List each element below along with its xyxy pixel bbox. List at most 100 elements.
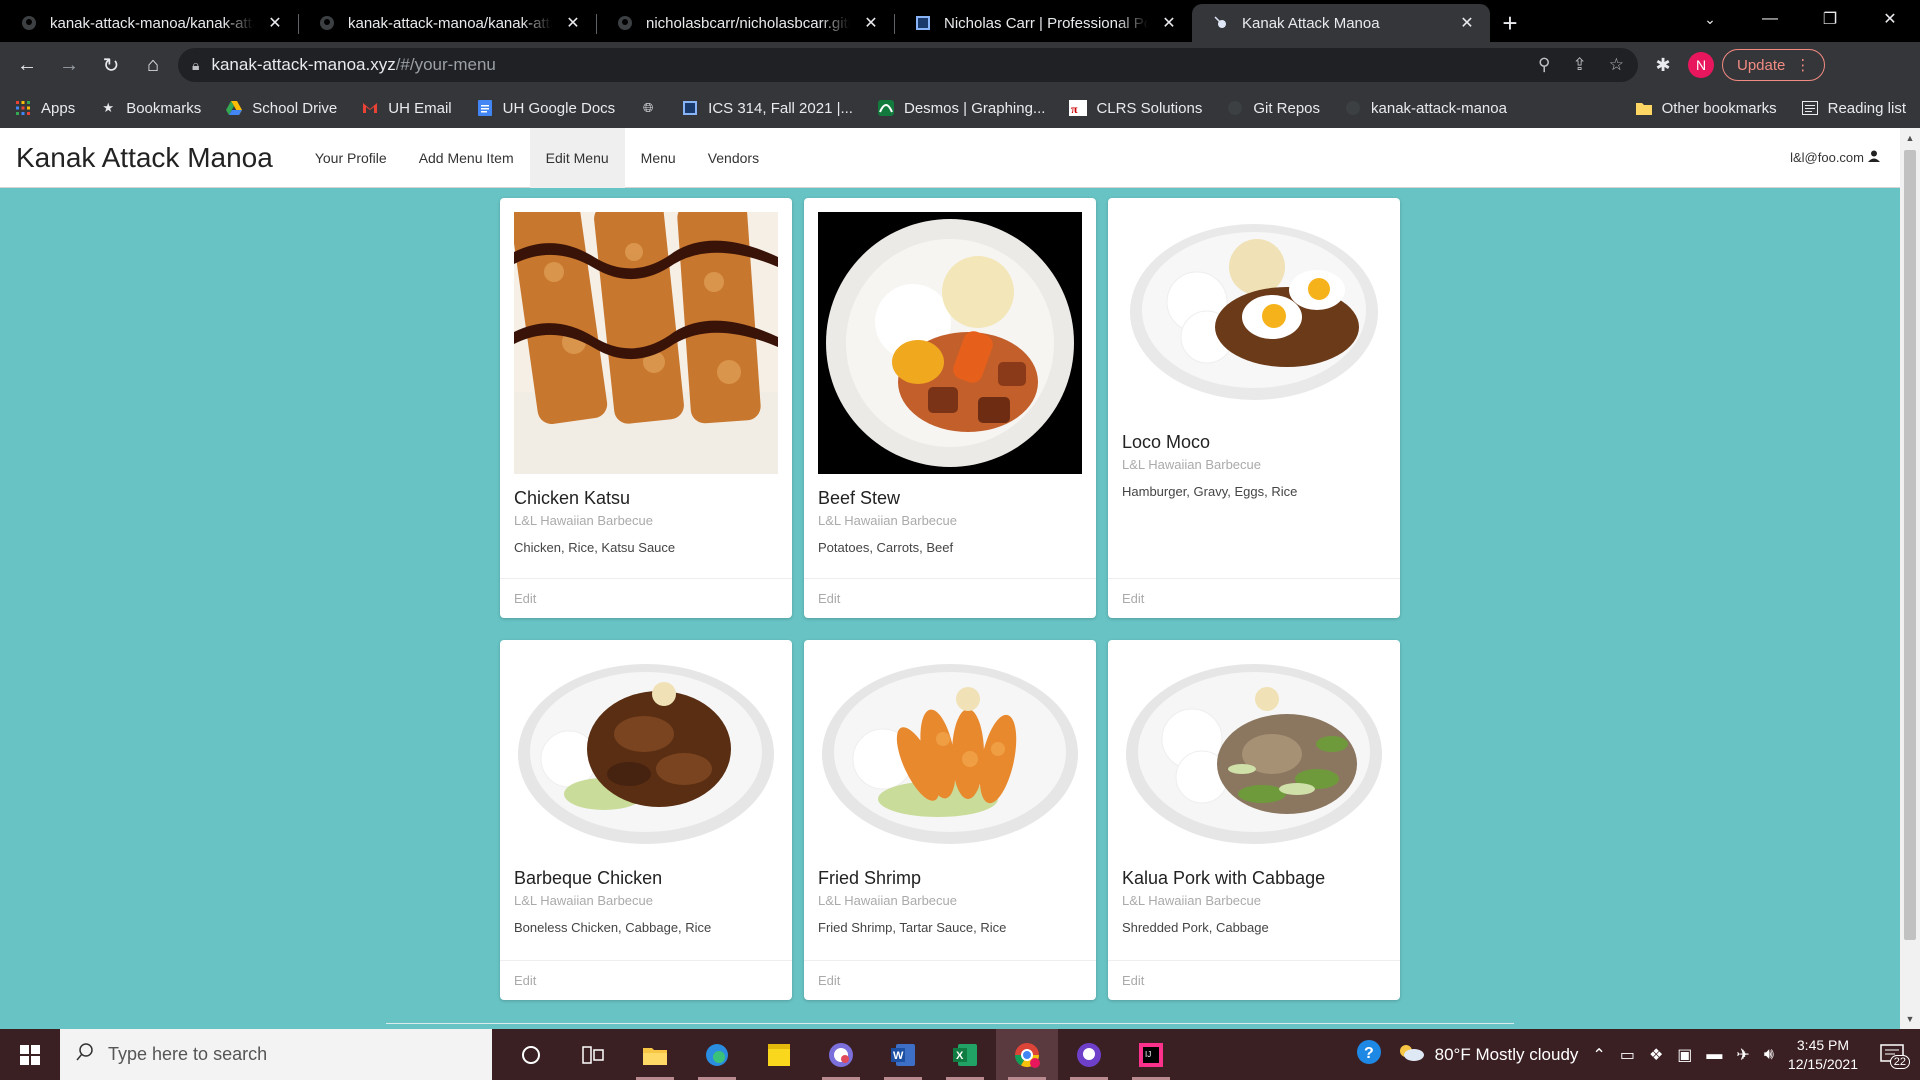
tab-strip: kanak-attack-manoa/kanak-attack-manoa ✕ … — [0, 0, 1920, 42]
edit-link[interactable]: Edit — [514, 591, 536, 606]
task-view-icon[interactable] — [562, 1029, 624, 1080]
edit-link[interactable]: Edit — [1122, 591, 1144, 606]
restore-icon[interactable]: ❐ — [1800, 0, 1860, 38]
bookmark-label: UH Email — [388, 99, 452, 117]
scroll-up-icon[interactable]: ▲ — [1900, 128, 1920, 148]
battery-icon[interactable]: ▬ — [1706, 1046, 1722, 1064]
dropbox-icon[interactable]: ❖ — [1649, 1045, 1663, 1065]
file-explorer-icon[interactable] — [624, 1029, 686, 1080]
back-icon[interactable]: ← — [10, 48, 44, 82]
scrollbar-thumb[interactable] — [1904, 150, 1916, 940]
bookmark-desmos[interactable]: Desmos | Graphing... — [877, 99, 1045, 117]
gmail-icon — [361, 99, 379, 117]
nav-vendors[interactable]: Vendors — [692, 128, 775, 188]
zoom-icon[interactable]: ⚲ — [1538, 55, 1550, 75]
site-navbar: Kanak Attack Manoa Your Profile Add Menu… — [0, 128, 1900, 188]
menu-card: Barbeque Chicken L&L Hawaiian Barbecue B… — [500, 640, 792, 1000]
home-icon[interactable]: ⌂ — [136, 48, 170, 82]
nav-edit-menu[interactable]: Edit Menu — [529, 128, 625, 188]
meet-now-icon[interactable]: ▭ — [1620, 1045, 1635, 1065]
bookmark-uh-google-docs[interactable]: UH Google Docs — [476, 99, 615, 117]
item-vendor: L&L Hawaiian Barbecue — [514, 513, 653, 528]
browser-tab[interactable]: nicholasbcarr/nicholasbcarr.github.io ✕ — [596, 4, 894, 42]
url-text[interactable]: kanak-attack-manoa.xyz/#/your-menu — [211, 55, 1526, 75]
menu-card: Chicken Katsu L&L Hawaiian Barbecue Chic… — [500, 198, 792, 618]
new-tab-button[interactable]: + — [1490, 4, 1530, 42]
notifications-icon[interactable]: 22 — [1872, 1035, 1912, 1075]
bookmark-kanak-attack-manoa[interactable]: kanak-attack-manoa — [1344, 99, 1507, 117]
windows-start-icon[interactable] — [0, 1029, 60, 1080]
bookmark-school-drive[interactable]: School Drive — [225, 99, 337, 117]
close-tab-icon[interactable]: ✕ — [564, 13, 582, 33]
tab-title: Nicholas Carr | Professional Portfolio — [944, 14, 1148, 32]
tab-search-icon[interactable]: ⌄ — [1680, 0, 1740, 38]
edge-icon[interactable] — [686, 1029, 748, 1080]
nav-your-profile[interactable]: Your Profile — [299, 128, 403, 188]
bookmark-apps[interactable]: Apps — [14, 99, 75, 117]
other-bookmarks[interactable]: Other bookmarks — [1635, 99, 1777, 117]
close-tab-icon[interactable]: ✕ — [862, 13, 880, 33]
scroll-down-icon[interactable]: ▼ — [1900, 1009, 1920, 1029]
site-brand[interactable]: Kanak Attack Manoa — [0, 142, 289, 174]
chrome-icon[interactable] — [996, 1029, 1058, 1080]
browser-tab-active[interactable]: Kanak Attack Manoa ✕ — [1192, 4, 1490, 42]
bookmark-ics314[interactable]: ICS 314, Fall 2021 |... — [681, 99, 853, 117]
help-icon[interactable]: ? — [1355, 1038, 1383, 1071]
reading-list[interactable]: Reading list — [1801, 99, 1906, 117]
weather-widget[interactable]: 80°F Mostly cloudy — [1397, 1042, 1578, 1067]
discord-icon[interactable] — [810, 1029, 872, 1080]
bookmark-git-repos[interactable]: Git Repos — [1226, 99, 1320, 117]
display-icon[interactable]: ▣ — [1677, 1045, 1692, 1065]
tab-title: kanak-attack-manoa/kanak-attack-manoa — [50, 14, 254, 32]
nav-add-menu-item[interactable]: Add Menu Item — [403, 128, 530, 188]
excel-icon[interactable]: X — [934, 1029, 996, 1080]
lock-icon[interactable]: 🔒︎ — [192, 57, 199, 74]
edit-link[interactable]: Edit — [1122, 973, 1144, 988]
apps-grid-icon — [14, 99, 32, 117]
nav-menu[interactable]: Menu — [625, 128, 692, 188]
bookmarks-bar: Apps ★ Bookmarks School Drive UH Email UH… — [0, 88, 1920, 128]
airplane-mode-icon[interactable]: ✈ — [1736, 1045, 1749, 1065]
star-bookmark-icon[interactable]: ☆ — [1609, 55, 1624, 75]
browser-tab[interactable]: kanak-attack-manoa/kanak-attack-manoa ✕ — [298, 4, 596, 42]
chevron-up-icon[interactable]: ⌃ — [1592, 1045, 1605, 1065]
bookmark-label: Other bookmarks — [1661, 99, 1777, 117]
share-icon[interactable]: ⇪ — [1573, 55, 1587, 75]
edit-link[interactable]: Edit — [818, 591, 840, 606]
edit-link[interactable]: Edit — [818, 973, 840, 988]
close-tab-icon[interactable]: ✕ — [266, 13, 284, 33]
search-placeholder: Type here to search — [108, 1044, 268, 1064]
bookmark-globe[interactable]: 🌐︎ — [639, 99, 657, 117]
forward-icon[interactable]: → — [52, 48, 86, 82]
profile-avatar[interactable]: N — [1688, 52, 1714, 78]
sticky-notes-icon[interactable] — [748, 1029, 810, 1080]
close-window-icon[interactable]: ✕ — [1860, 0, 1920, 38]
page-scrollbar[interactable]: ▲ ▼ — [1900, 128, 1920, 1029]
bbq-chicken-image — [514, 654, 778, 854]
taskbar-clock[interactable]: 3:45 PM 12/15/2021 — [1788, 1036, 1858, 1074]
browser-tab[interactable]: Nicholas Carr | Professional Portfolio ✕ — [894, 4, 1192, 42]
browser-tab[interactable]: kanak-attack-manoa/kanak-attack-manoa ✕ — [0, 4, 298, 42]
extensions-icon[interactable]: ✱ — [1646, 48, 1680, 82]
reload-icon[interactable]: ↻ — [94, 48, 128, 82]
minimize-icon[interactable]: — — [1740, 0, 1800, 38]
address-bar[interactable]: 🔒︎ kanak-attack-manoa.xyz/#/your-menu ⚲ … — [178, 48, 1638, 82]
item-ingredients: Fried Shrimp, Tartar Sauce, Rice — [818, 920, 1007, 935]
bookmark-clrs[interactable]: π CLRS Solutions — [1069, 99, 1202, 117]
github-desktop-icon[interactable] — [1058, 1029, 1120, 1080]
tab-title: Kanak Attack Manoa — [1242, 14, 1380, 32]
taskbar-search[interactable]: Type here to search — [60, 1029, 492, 1080]
volume-icon[interactable]: 🔊︎ — [1764, 1046, 1774, 1064]
cortana-icon[interactable] — [500, 1029, 562, 1080]
user-dropdown[interactable]: l&l@foo.com — [1790, 150, 1880, 165]
word-icon[interactable]: W — [872, 1029, 934, 1080]
bookmark-bookmarks[interactable]: ★ Bookmarks — [99, 99, 201, 117]
update-button[interactable]: Update ⋮ — [1722, 49, 1826, 81]
close-tab-icon[interactable]: ✕ — [1160, 13, 1178, 33]
edit-link[interactable]: Edit — [514, 973, 536, 988]
close-tab-icon[interactable]: ✕ — [1458, 13, 1476, 33]
desmos-icon — [877, 99, 895, 117]
bookmark-uh-email[interactable]: UH Email — [361, 99, 452, 117]
intellij-icon[interactable]: IJ — [1120, 1029, 1182, 1080]
github-icon — [1226, 99, 1244, 117]
